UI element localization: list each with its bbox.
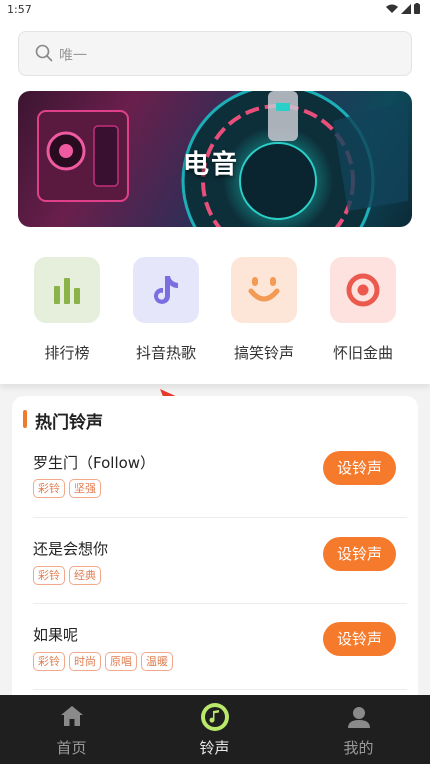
song-name[interactable]: 罗生门（Follow） [33,452,155,473]
target-icon [346,273,380,307]
status-bar: 1:57 [0,0,430,18]
set-ringtone-button[interactable]: 设铃声 [323,537,396,571]
song-name[interactable]: 如果呢 [33,624,78,645]
battery-icon [414,3,420,14]
category-ranking-label: 排行榜 [44,344,90,362]
nav-home-label: 首页 [56,739,87,757]
category-funny-label: 搞笑铃声 [233,344,294,362]
search-input[interactable]: 唯一 [18,31,412,76]
user-icon [347,707,370,728]
bottom-nav: 首页 铃声 我的 [0,695,430,764]
tiktok-icon [154,276,178,304]
nav-ringtones[interactable]: 铃声 [143,695,286,764]
status-icons [386,3,420,14]
tag: 温暖 [141,652,173,671]
search-icon [35,44,53,62]
hot-ringtones-title: 热门铃声 [35,413,103,433]
song-name[interactable]: 还是会想你 [33,538,108,559]
tag: 彩铃 [33,479,65,498]
banner[interactable]: 电音 [18,91,412,227]
divider [33,603,407,604]
nav-home[interactable]: 首页 [0,695,143,764]
wifi-icon [386,4,398,13]
category-classic[interactable] [330,257,396,323]
banner-title: 电音 [183,150,240,180]
search-placeholder: 唯一 [59,48,87,64]
smile-icon [248,277,280,302]
nav-ringtones-label: 铃声 [199,739,230,757]
bar-chart-icon [54,278,80,304]
section-marker [23,410,27,428]
tag: 彩铃 [33,652,65,671]
nav-mine-label: 我的 [343,739,374,757]
tag: 时尚 [69,652,101,671]
status-time: 1:57 [7,3,32,16]
category-classic-label: 怀旧金曲 [332,344,393,362]
home-icon [60,706,83,726]
divider [33,689,407,690]
set-ringtone-button[interactable]: 设铃声 [323,451,396,485]
tag: 经典 [69,566,101,585]
signal-icon [401,3,411,14]
tag: 彩铃 [33,566,65,585]
song-tags: 彩铃 经典 [33,566,101,585]
category-tiktok-label: 抖音热歌 [135,344,196,362]
song-tags: 彩铃 坚强 [33,479,101,498]
tag: 原唱 [105,652,137,671]
music-note-icon [200,703,229,731]
song-tags: 彩铃 时尚 原唱 温暖 [33,652,173,671]
category-funny[interactable] [231,257,297,323]
divider [33,517,407,518]
set-ringtone-button[interactable]: 设铃声 [323,622,396,656]
nav-mine[interactable]: 我的 [287,695,430,764]
category-ranking[interactable] [34,257,100,323]
category-tiktok[interactable] [133,257,199,323]
tag: 坚强 [69,479,101,498]
